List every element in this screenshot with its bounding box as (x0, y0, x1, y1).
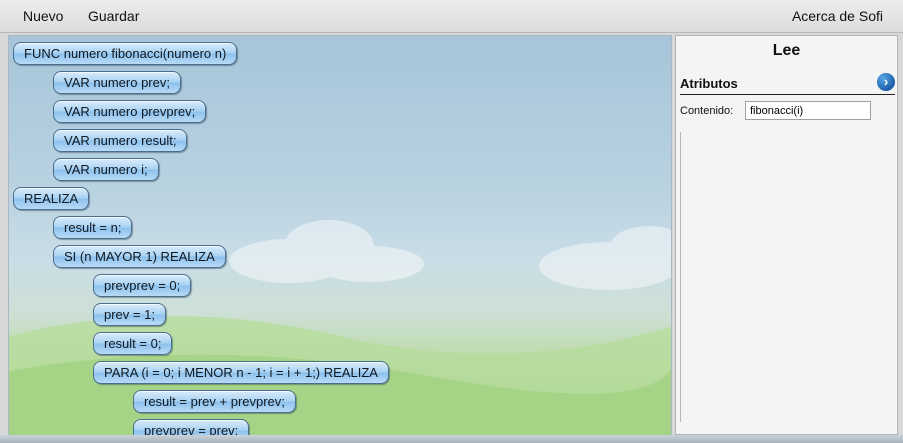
code-block[interactable]: VAR numero prevprev; (53, 100, 207, 123)
bottom-strip (0, 435, 903, 443)
code-block[interactable]: result = prev + prevprev; (133, 390, 296, 413)
properties-panel: Lee Atributos › Contenido: (675, 35, 898, 435)
code-block[interactable]: VAR numero result; (53, 129, 188, 152)
attributes-header: Atributos › (680, 73, 895, 95)
code-block[interactable]: SI (n MAYOR 1) REALIZA (53, 245, 226, 268)
code-block[interactable]: VAR numero i; (53, 158, 159, 181)
code-block[interactable]: FUNC numero fibonacci(numero n) (13, 42, 238, 65)
code-block[interactable]: result = 0; (93, 332, 173, 355)
menu-bar: Nuevo Guardar Acerca de Sofi (0, 0, 903, 33)
panel-divider (680, 132, 681, 422)
code-block[interactable]: prev = 1; (93, 303, 166, 326)
menu-acerca-de[interactable]: Acerca de Sofi (792, 8, 883, 24)
attributes-label: Atributos (680, 76, 738, 91)
panel-title: Lee (772, 42, 801, 59)
menu-guardar[interactable]: Guardar (88, 8, 139, 24)
code-block[interactable]: REALIZA (13, 187, 90, 210)
code-canvas[interactable]: FUNC numero fibonacci(numero n) VAR numer… (8, 35, 672, 443)
code-block[interactable]: result = n; (53, 216, 133, 239)
contenido-input[interactable] (745, 101, 871, 120)
contenido-label: Contenido: (680, 105, 734, 117)
code-block[interactable]: PARA (i = 0; i MENOR n - 1; i = i + 1;) … (93, 361, 389, 384)
code-block[interactable]: VAR numero prev; (53, 71, 181, 94)
chevron-right-icon[interactable]: › (877, 73, 895, 91)
code-block[interactable]: prevprev = 0; (93, 274, 192, 297)
menu-nuevo[interactable]: Nuevo (23, 8, 63, 24)
